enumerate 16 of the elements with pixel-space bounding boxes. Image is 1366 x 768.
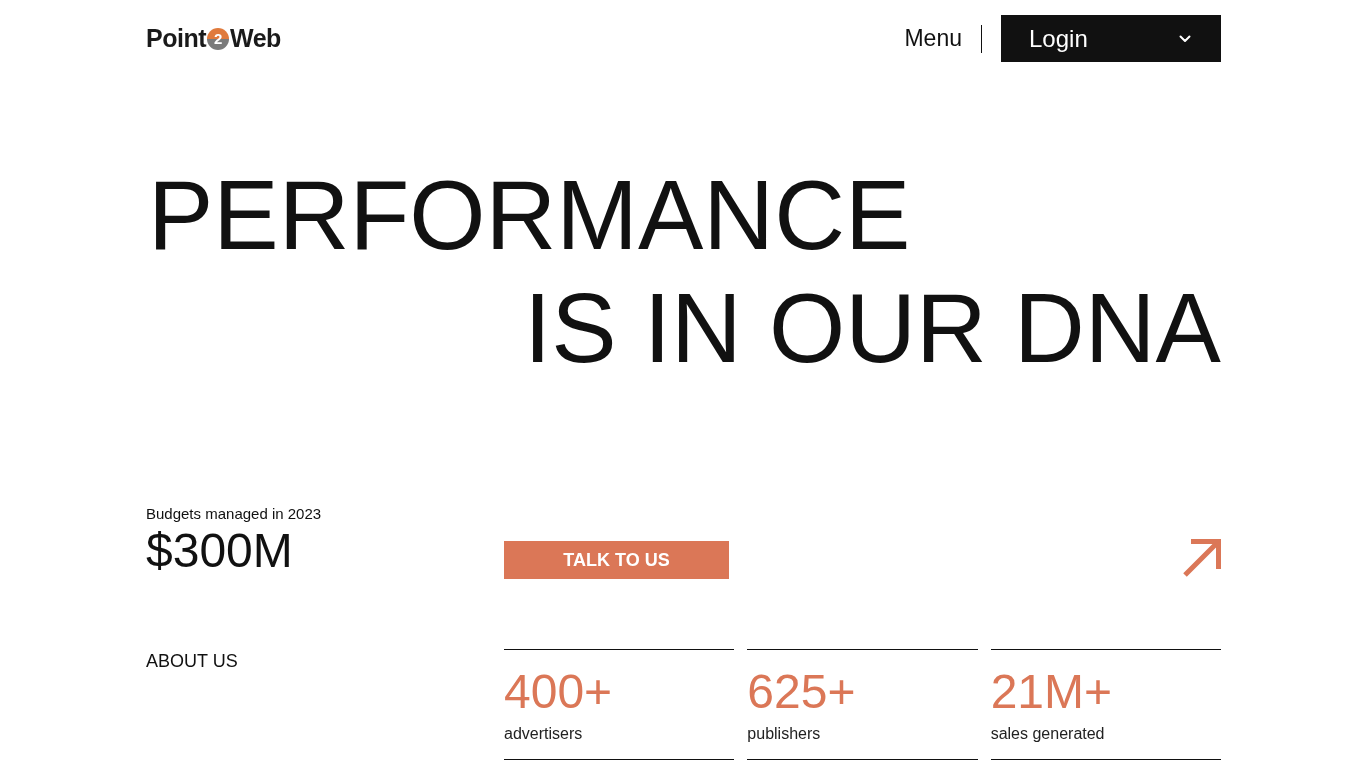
stat-label: publishers [747,724,821,744]
stat-value: 400+ [504,668,613,716]
chevron-down-icon [1179,34,1191,43]
budget-caption: Budgets managed in 2023 [146,504,323,524]
stat-label: sales generated [990,724,1105,744]
stat-value: 625+ [747,668,856,716]
budget-value: $300M [146,527,293,575]
menu-button[interactable]: Menu [904,27,962,50]
about-us-heading: ABOUT US [146,650,238,673]
login-dropdown[interactable]: Login [1001,15,1221,62]
arrow-up-right-icon[interactable] [1183,538,1221,577]
logo[interactable]: Point 2 Web [146,26,281,51]
stat-label: advertisers [504,724,583,744]
hero-heading: IS IN OUR DNA [524,272,1221,385]
hero-heading: PERFORMANCE [148,159,911,272]
stat-value: 21M+ [990,668,1113,716]
